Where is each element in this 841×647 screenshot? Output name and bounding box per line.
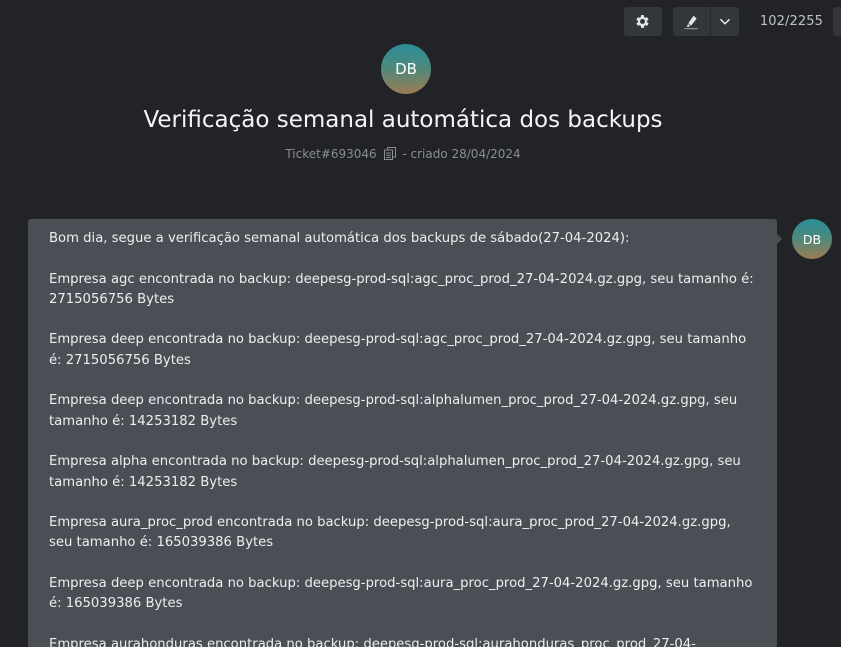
ticket-customer-avatar[interactable]: DB (381, 44, 431, 94)
next-ticket-button[interactable] (833, 7, 841, 36)
message-paragraph: Empresa deep encontrada no backup: deepe… (49, 393, 738, 429)
message-paragraph: Empresa agc encontrada no backup: deepes… (49, 271, 754, 307)
draft-dropdown-button[interactable] (710, 7, 739, 36)
draft-split-button (672, 7, 739, 36)
marker-icon (684, 15, 699, 29)
message-paragraph: Empresa deep encontrada no backup: deepe… (49, 576, 753, 612)
ticket-number: Ticket#693046 (285, 147, 377, 161)
message-paragraph: Empresa deep encontrada no backup: deepe… (49, 332, 747, 368)
message-paragraph: Empresa aura_proc_prod encontrada no bac… (49, 515, 731, 551)
copy-icon[interactable] (383, 147, 396, 163)
message-paragraph: Empresa aurahonduras encontrada no backu… (49, 636, 696, 647)
gear-icon (636, 15, 650, 28)
chevron-down-icon (720, 18, 730, 25)
draft-button[interactable] (672, 7, 711, 36)
message-paragraph: Bom dia, segue a verificação semanal aut… (49, 231, 630, 246)
settings-button[interactable] (623, 7, 662, 36)
article-sender-avatar[interactable]: DB (792, 219, 832, 259)
ticket-counter: 102/2255 (759, 14, 823, 29)
ticket-meta: Ticket#693046 - criado 28/04/2024 (0, 147, 806, 163)
top-toolbar: 102/2255 (623, 7, 841, 36)
ticket-zoom-view: 102/2255 DB Verificação semanal automáti… (0, 0, 841, 647)
article-message-bubble: Bom dia, segue a verificação semanal aut… (28, 219, 777, 647)
ticket-created: - criado 28/04/2024 (402, 147, 521, 161)
message-paragraph: Empresa alpha encontrada no backup: deep… (49, 454, 741, 490)
bubble-tail (776, 233, 782, 245)
ticket-title[interactable]: Verificação semanal automática dos backu… (0, 107, 806, 133)
